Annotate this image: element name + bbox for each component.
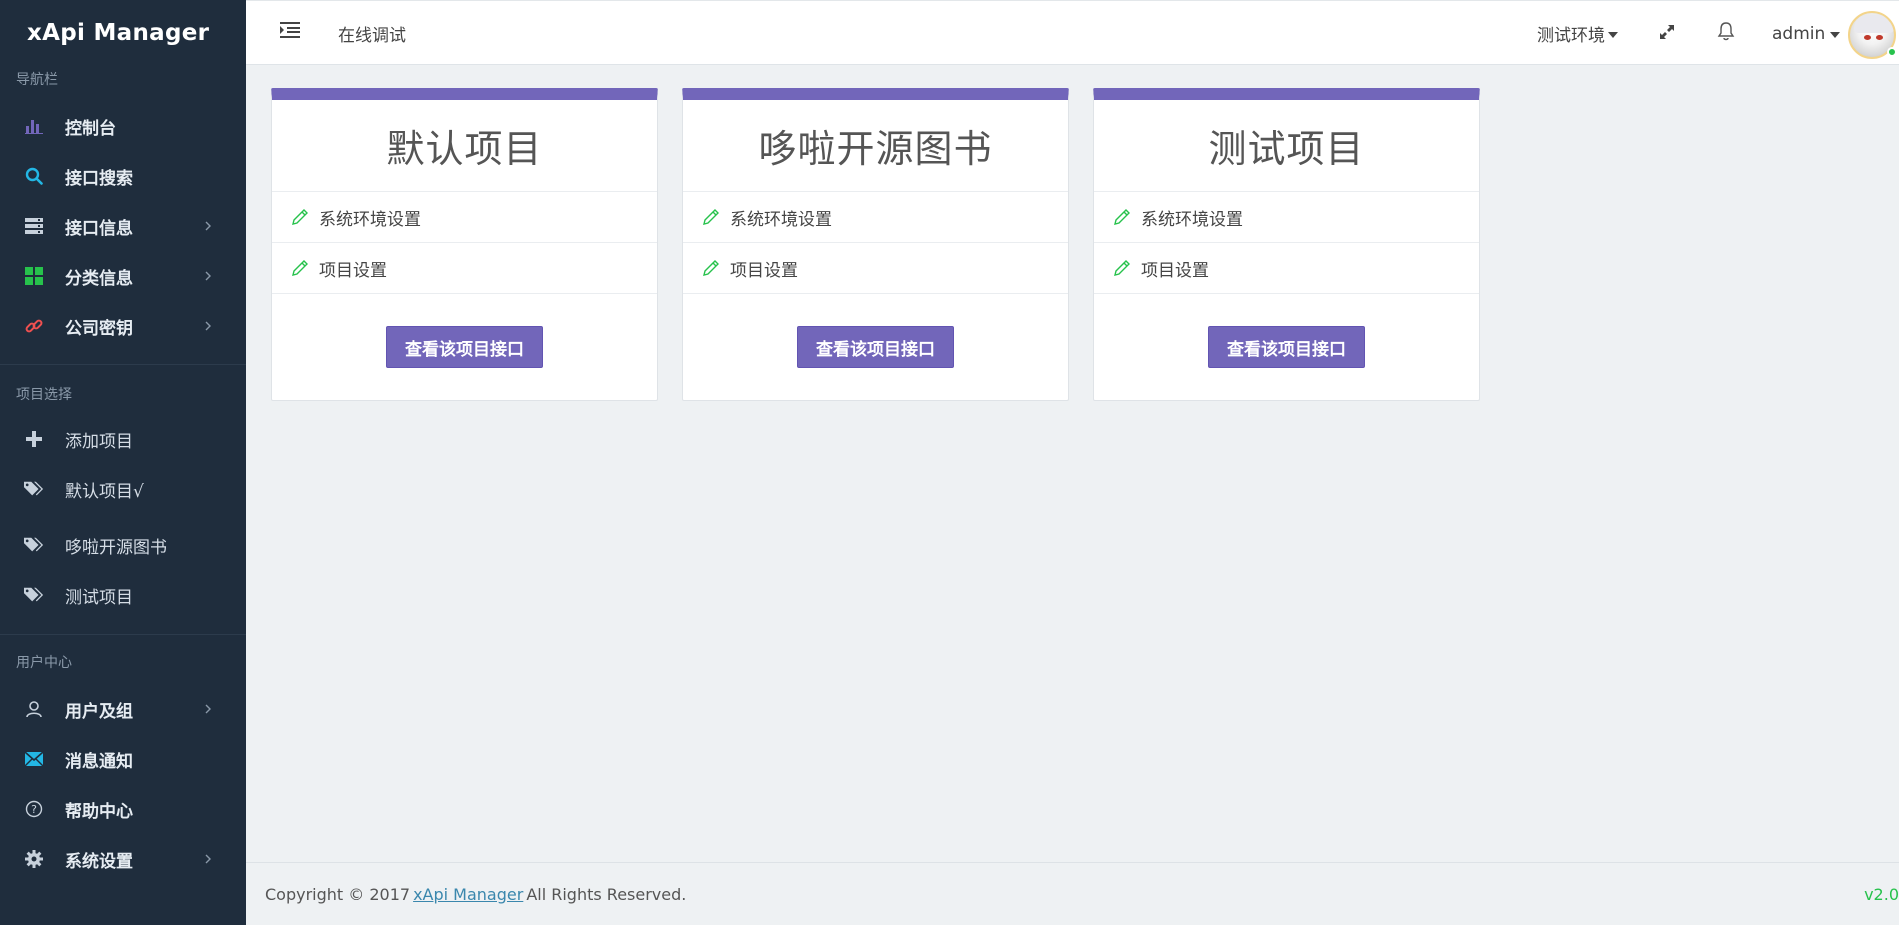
sidebar-item-add-project[interactable]: 添加项目 [0, 414, 246, 464]
chevron-right-icon [201, 319, 215, 333]
project-card: 测试项目 系统环境设置 项目设置 查看该项目接口 [1093, 88, 1480, 401]
version-label: v2.0 [1864, 885, 1899, 904]
project-settings-label: 项目设置 [730, 260, 798, 281]
pencil-icon [701, 207, 721, 227]
link-icon [24, 316, 44, 336]
pencil-icon [1112, 207, 1132, 227]
sidebar-item-label: 添加项目 [65, 431, 133, 452]
project-settings-link[interactable]: 项目设置 [683, 243, 1068, 294]
view-project-apis-button[interactable]: 查看该项目接口 [797, 326, 954, 368]
project-settings-label: 项目设置 [1141, 260, 1209, 281]
chevron-right-icon [201, 219, 215, 233]
sidebar-item-label: 测试项目 [65, 587, 133, 608]
sidebar-item-system-settings[interactable]: 系统设置 [0, 834, 246, 884]
sidebar-item-label: 消息通知 [65, 751, 133, 772]
gear-icon [24, 849, 44, 869]
sidebar-item-notifications[interactable]: 消息通知 [0, 734, 246, 784]
sidebar-section-title: 用户中心 [16, 655, 72, 671]
svg-text:?: ? [31, 803, 37, 816]
env-settings-label: 系统环境设置 [730, 209, 832, 230]
sidebar: xApi Manager 导航栏 控制台 接口搜索 接口信息 分类信息 公司密钥… [0, 0, 246, 925]
chevron-right-icon [201, 269, 215, 283]
pencil-icon [701, 258, 721, 278]
user-icon [24, 699, 44, 719]
plus-icon [24, 429, 44, 449]
project-settings-link[interactable]: 项目设置 [1094, 243, 1479, 294]
footer-brand-link[interactable]: xApi Manager [413, 885, 523, 904]
project-settings-link[interactable]: 项目设置 [272, 243, 657, 294]
menu-toggle-icon[interactable] [280, 22, 302, 44]
project-card: 哆啦开源图书 系统环境设置 项目设置 查看该项目接口 [682, 88, 1069, 401]
sidebar-item-label: 分类信息 [65, 268, 133, 289]
online-status-dot [1887, 47, 1897, 57]
chevron-right-icon [201, 852, 215, 866]
rights-text: All Rights Reserved. [526, 884, 687, 904]
project-card-title: 测试项目 [1094, 100, 1479, 192]
brand-logo[interactable]: xApi Manager [0, 0, 246, 66]
sidebar-item-label: 帮助中心 [65, 801, 133, 822]
top-header: 在线调试 测试环境 admin [246, 0, 1899, 65]
env-settings-label: 系统环境设置 [319, 209, 421, 230]
sidebar-item-project-test[interactable]: 测试项目 [0, 570, 246, 620]
server-icon [24, 216, 44, 236]
sidebar-item-project-dora-books[interactable]: 哆啦开源图书 [0, 520, 246, 570]
env-settings-label: 系统环境设置 [1141, 209, 1243, 230]
project-card-title: 哆啦开源图书 [683, 100, 1068, 192]
environment-dropdown[interactable]: 测试环境 [1537, 1, 1618, 66]
sidebar-item-api-info[interactable]: 接口信息 [0, 201, 246, 251]
sidebar-item-label: 系统设置 [65, 851, 133, 872]
project-settings-label: 项目设置 [319, 260, 387, 281]
pencil-icon [290, 258, 310, 278]
caret-down-icon [1830, 32, 1841, 38]
env-settings-link[interactable]: 系统环境设置 [683, 192, 1068, 243]
tags-icon [24, 479, 44, 499]
tags-icon [24, 585, 44, 605]
bell-icon[interactable] [1717, 21, 1737, 43]
sidebar-item-label: 控制台 [65, 118, 116, 139]
page-footer: Copyright © 2017 xApi Manager All Rights… [246, 862, 1899, 925]
sidebar-item-label: 公司密钥 [65, 318, 133, 339]
env-settings-link[interactable]: 系统环境设置 [272, 192, 657, 243]
view-project-apis-button[interactable]: 查看该项目接口 [1208, 326, 1365, 368]
grid-icon [24, 266, 44, 286]
envelope-icon [24, 749, 44, 769]
sidebar-item-api-search[interactable]: 接口搜索 [0, 151, 246, 201]
sidebar-section-title: 项目选择 [16, 387, 72, 403]
chevron-right-icon [201, 702, 215, 716]
sidebar-item-label: 接口信息 [65, 218, 133, 239]
sidebar-item-categories[interactable]: 分类信息 [0, 251, 246, 301]
env-settings-link[interactable]: 系统环境设置 [1094, 192, 1479, 243]
pencil-icon [290, 207, 310, 227]
environment-label: 测试环境 [1537, 26, 1605, 46]
copyright-text: Copyright © 2017 [265, 884, 411, 904]
view-project-apis-button[interactable]: 查看该项目接口 [386, 326, 543, 368]
fullscreen-expand-icon[interactable] [1658, 23, 1678, 43]
sidebar-item-dashboard[interactable]: 控制台 [0, 101, 246, 151]
pencil-icon [1112, 258, 1132, 278]
sidebar-item-project-default[interactable]: 默认项目√ [0, 464, 246, 514]
sidebar-item-users-groups[interactable]: 用户及组 [0, 684, 246, 734]
tags-icon [24, 535, 44, 555]
sidebar-section-title: 导航栏 [16, 72, 58, 88]
search-icon [24, 166, 44, 186]
project-card-title: 默认项目 [272, 100, 657, 192]
sidebar-item-help-center[interactable]: ? 帮助中心 [0, 784, 246, 834]
sidebar-item-label: 用户及组 [65, 701, 133, 722]
sidebar-item-label: 哆啦开源图书 [65, 537, 167, 558]
caret-down-icon [1608, 32, 1618, 38]
project-card: 默认项目 系统环境设置 项目设置 查看该项目接口 [271, 88, 658, 401]
help-icon: ? [24, 799, 44, 819]
bar-chart-icon [24, 116, 44, 136]
sidebar-item-company-keys[interactable]: 公司密钥 [0, 301, 246, 351]
sidebar-item-label: 接口搜索 [65, 168, 133, 189]
username: admin [1772, 23, 1826, 44]
user-dropdown[interactable]: admin [1772, 1, 1841, 66]
sidebar-item-label: 默认项目√ [65, 481, 144, 502]
page-title[interactable]: 在线调试 [338, 1, 406, 66]
